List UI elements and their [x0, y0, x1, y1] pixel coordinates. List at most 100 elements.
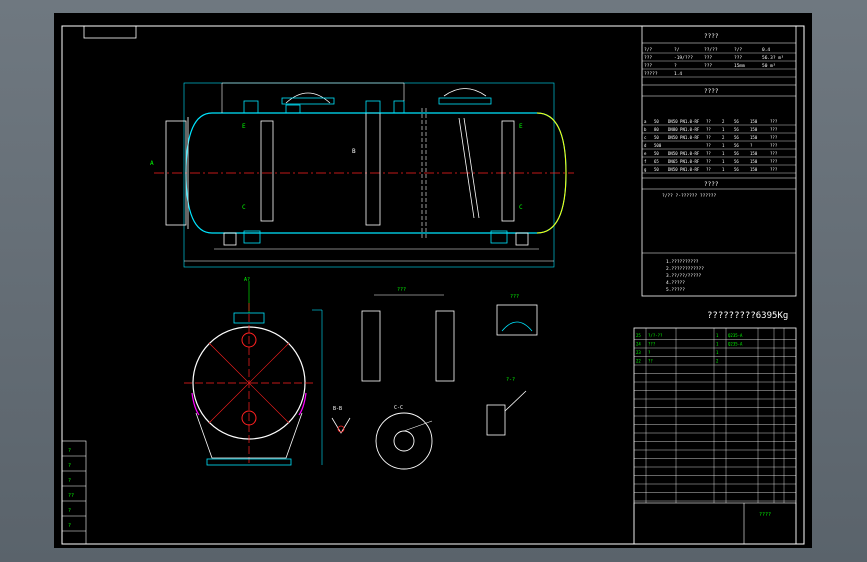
drawing-canvas[interactable]: ? ? ? ?? ? ? A B E C E C A? ??? ??? B-B … [54, 13, 812, 548]
detail-views: ??? ??? B-B C-C ?-? [331, 287, 538, 470]
nozzle-cell: ??? [770, 151, 778, 156]
nozzle-cell: ?? [706, 151, 711, 156]
nozzle-cell: 56 [734, 167, 739, 172]
nozzle-cell: DN65 PN1.0-RF [668, 159, 700, 164]
nozzle-cell: DN50 PN1.0-RF [668, 135, 700, 140]
tech-note-5: 5.????? [666, 287, 685, 293]
nozzle-cell: ?? [706, 135, 711, 140]
legend-label-5: ? [68, 508, 71, 514]
legend-label-6: ? [68, 523, 71, 529]
tech-note-4: 4.????? [666, 280, 685, 286]
bom-cell: 2 [716, 359, 719, 364]
weight-text: ?????????6395Kg [707, 311, 788, 321]
title-header-2: ???? [704, 88, 719, 95]
nozzle-cell: DN50 PN1.0-RF [668, 119, 700, 124]
nozzle-cell: 1 [722, 151, 725, 156]
nozzle-cell: 56 [734, 143, 739, 148]
legend-label-1: ? [68, 448, 71, 454]
section-a-label: A [150, 160, 154, 167]
section-b-label: B [352, 148, 356, 155]
legend-label-4: ?? [68, 493, 74, 499]
detail-label-2: C-C [394, 405, 403, 411]
svg-text:C: C [519, 204, 523, 211]
param-cell: 1.4 [674, 71, 682, 77]
nozzle-cell: c [644, 135, 647, 140]
cad-window: ? ? ? ?? ? ? A B E C E C A? ??? ??? B-B … [0, 0, 867, 562]
side-view-label: A? [244, 277, 250, 283]
nozzle-cell: ?? [706, 119, 711, 124]
nozzle-cell: f [644, 159, 647, 164]
param-cell: ?/? [644, 47, 652, 53]
bom-cell: 23 [636, 350, 641, 355]
param-cell: ?/ [674, 47, 680, 53]
nozzle-cell: 50 [654, 167, 659, 172]
param-cell: ??/?? [704, 47, 718, 53]
nozzle-cell: e [644, 151, 647, 156]
nozzle-cell: 50 [654, 151, 659, 156]
bom-cell: 1 [716, 350, 719, 355]
nozzle-cell: 56 [734, 127, 739, 132]
title-block: ???? ???? ???? ?/?? ?-?????? ?????? ?/??… [641, 25, 797, 297]
nozzle-cell: 56 [734, 135, 739, 140]
bottom-label: ???? [759, 512, 771, 518]
param-cell: 56.3? m³ [762, 55, 784, 61]
nozzle-cell: b [644, 127, 647, 132]
nozzle-cell: ?? [706, 159, 711, 164]
nozzle-cell: d [644, 143, 647, 148]
bom-cell: 1 [716, 342, 719, 347]
nozzle-cell: ??? [770, 135, 778, 140]
bom-cell: ??? [648, 342, 656, 347]
detail-label-1: B-B [333, 406, 342, 412]
nozzle-cell: 150 [750, 167, 758, 172]
design-params-table: ?/? ?/ ??/?? ?/? 0.4??? -19/????????? 56.3? m³… [642, 47, 796, 78]
nozzle-cell: 1 [722, 167, 725, 172]
tech-note-1: 1.?????????? [666, 259, 699, 265]
detail-label-3: ?-? [506, 377, 515, 383]
nozzle-cell: ?? [706, 167, 711, 172]
nozzle-cell: 150 [750, 151, 758, 156]
vessel-elevation: A B E C E C [150, 82, 574, 268]
nozzle-cell: 56 [734, 151, 739, 156]
tech-note-2: 2.???????????? [666, 266, 704, 272]
svg-text:E: E [519, 123, 523, 130]
param-cell: ? [674, 63, 677, 69]
nozzle-cell: 50 [654, 135, 659, 140]
param-cell: 50 m³ [762, 63, 776, 69]
nozzle-cell: 2 [722, 119, 725, 124]
param-cell: 15mm [734, 63, 745, 69]
nozzle-cell: 50 [654, 119, 659, 124]
nozzle-cell: 500 [654, 143, 662, 148]
bom-cell: Q235-A [728, 333, 743, 338]
param-cell: ??? [704, 63, 712, 69]
bom-cell: Q235-A [728, 342, 743, 347]
manhole-label: ??? [510, 294, 519, 300]
nozzle-cell: 56 [734, 159, 739, 164]
nozzle-cell: 150 [750, 159, 758, 164]
param-cell: ????? [644, 71, 658, 77]
bom-cell: ? [648, 350, 651, 355]
svg-text:C: C [242, 204, 246, 211]
nozzle-cell: ?? [706, 127, 711, 132]
nozzle-cell: 150 [750, 135, 758, 140]
param-cell: ??? [704, 55, 712, 61]
nozzle-cell: g [644, 167, 647, 172]
bom-cell: 25 [636, 333, 641, 338]
nozzle-cell: DN80 PN1.0-RF [668, 127, 700, 132]
nozzle-cell: ??? [770, 143, 778, 148]
left-legend: ? ? ? ?? ? ? [61, 440, 87, 545]
legend-label-2: ? [68, 463, 71, 469]
bom-cell: ?/?-?? [648, 333, 663, 338]
tech-note-3: 3.??/??/????? [666, 273, 702, 279]
nozzle-cell: 56 [734, 119, 739, 124]
bom-cell: ?? [648, 359, 653, 364]
nozzle-cell: DN50 PN1.0-RF [668, 167, 700, 172]
param-cell: -19/??? [674, 55, 693, 61]
nozzle-cell: 150 [750, 127, 758, 132]
nozzle-cell: ?? [706, 143, 711, 148]
title-header-3: ???? [704, 181, 719, 188]
legend-label-3: ? [68, 478, 71, 484]
nozzle-cell: a [644, 119, 647, 124]
title-box-small [83, 25, 137, 39]
nozzle-cell: DN50 PN1.0-RF [668, 151, 700, 156]
top-detail-label: ??? [397, 287, 406, 293]
